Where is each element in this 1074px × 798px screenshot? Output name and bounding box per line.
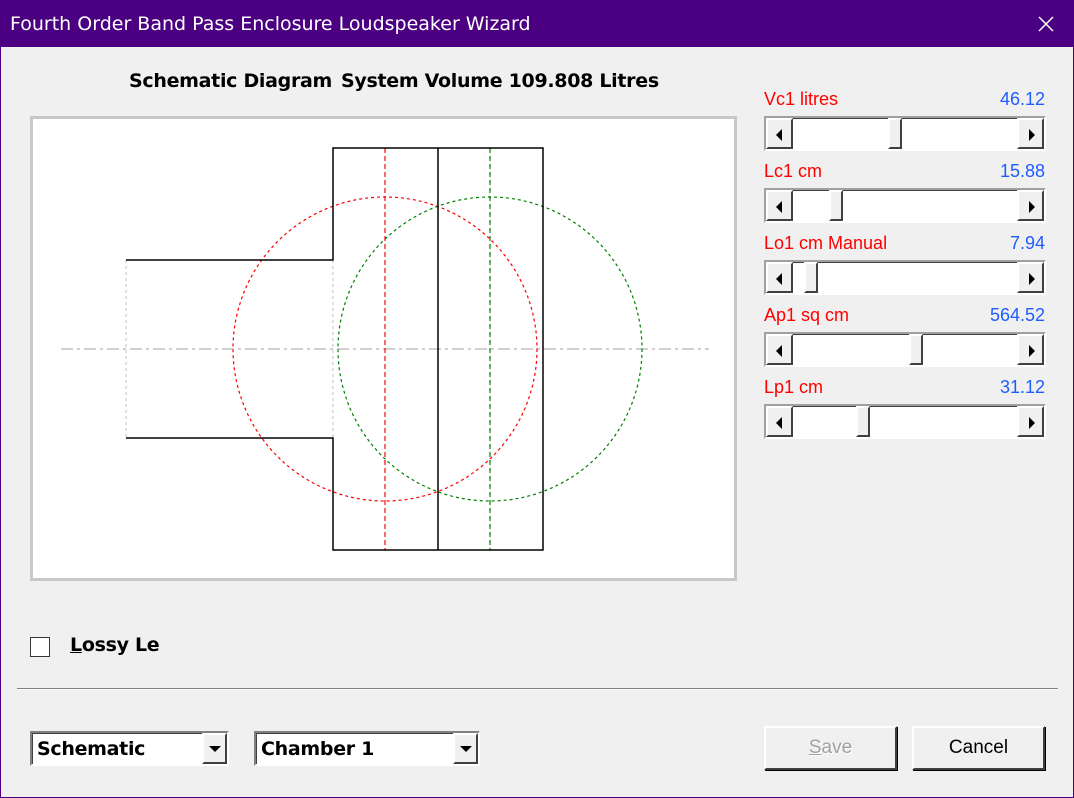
lossy-le-mnemonic: L (70, 634, 82, 656)
window-title: Fourth Order Band Pass Enclosure Loudspe… (10, 13, 531, 35)
scroll-right-button[interactable] (1017, 406, 1044, 437)
lo1-label: Lo1 cm Manual (764, 233, 888, 253)
arrow-right-icon (1029, 345, 1035, 357)
save-button[interactable]: Save (764, 726, 897, 770)
lp1-slider[interactable] (764, 404, 1046, 439)
view-select[interactable]: Schematic (30, 731, 229, 766)
slider-thumb[interactable] (908, 334, 923, 365)
wizard-window: Fourth Order Band Pass Enclosure Loudspe… (0, 0, 1074, 798)
save-mnemonic: S (808, 737, 822, 758)
scroll-right-button[interactable] (1017, 118, 1044, 149)
scroll-right-button[interactable] (1017, 262, 1044, 293)
schematic-diagram-label: Schematic Diagram (129, 70, 333, 92)
save-label-rest: ave (821, 737, 853, 758)
vc1-slider[interactable] (764, 116, 1046, 151)
arrow-right-icon (1029, 417, 1035, 429)
lp1-value: 31.12 (999, 377, 1045, 397)
ap1-value: 564.52 (989, 305, 1045, 325)
scroll-left-button[interactable] (766, 190, 793, 221)
view-select-value: Schematic (37, 738, 146, 760)
vc1-value: 46.12 (999, 89, 1045, 109)
arrow-right-icon (1029, 273, 1035, 285)
separator (17, 688, 1058, 690)
arrow-right-icon (1029, 201, 1035, 213)
arrow-left-icon (776, 273, 782, 285)
close-icon (1038, 16, 1054, 32)
lossy-le-label[interactable]: Lossy Le (70, 634, 160, 656)
title-bar[interactable]: Fourth Order Band Pass Enclosure Loudspe… (1, 1, 1074, 47)
lossy-le-checkbox[interactable] (30, 637, 50, 657)
lossy-le-label-rest: ossy Le (81, 634, 160, 656)
close-button[interactable] (1017, 1, 1074, 47)
lc1-label: Lc1 cm (764, 161, 823, 181)
arrow-left-icon (776, 345, 782, 357)
scroll-left-button[interactable] (766, 262, 793, 293)
chamber-select-dropdown-button[interactable] (453, 733, 478, 764)
arrow-left-icon (776, 201, 782, 213)
ap1-label: Ap1 sq cm (764, 305, 850, 325)
chamber-select-value: Chamber 1 (261, 738, 375, 760)
arrow-left-icon (776, 129, 782, 141)
scroll-right-button[interactable] (1017, 190, 1044, 221)
chevron-down-icon (209, 746, 221, 752)
slider-thumb[interactable] (803, 262, 818, 293)
schematic-diagram (30, 116, 737, 581)
chamber-select[interactable]: Chamber 1 (254, 731, 480, 766)
slider-thumb[interactable] (887, 118, 902, 149)
arrow-left-icon (776, 417, 782, 429)
chevron-down-icon (460, 746, 472, 752)
view-select-dropdown-button[interactable] (202, 733, 227, 764)
slider-thumb[interactable] (828, 190, 843, 221)
scroll-left-button[interactable] (766, 118, 793, 149)
cancel-button[interactable]: Cancel (912, 726, 1045, 770)
lp1-label: Lp1 cm (764, 377, 824, 397)
lc1-slider[interactable] (764, 188, 1046, 223)
slider-thumb[interactable] (856, 406, 870, 437)
lo1-value: 7.94 (1009, 233, 1045, 253)
scroll-right-button[interactable] (1017, 334, 1044, 365)
vc1-label: Vc1 litres (764, 89, 839, 109)
ap1-slider[interactable] (764, 332, 1046, 367)
scroll-left-button[interactable] (766, 406, 793, 437)
lc1-value: 15.88 (999, 161, 1045, 181)
arrow-right-icon (1029, 129, 1035, 141)
scroll-left-button[interactable] (766, 334, 793, 365)
schematic-svg (61, 147, 709, 551)
lo1-slider[interactable] (764, 260, 1046, 295)
system-volume-label: System Volume 109.808 Litres (341, 70, 659, 92)
